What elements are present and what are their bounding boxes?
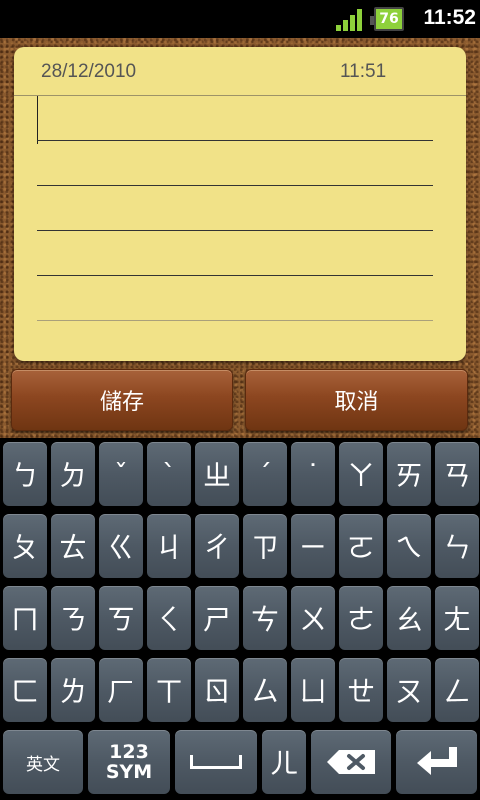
key-er[interactable]: ㄦ <box>262 730 306 794</box>
save-button[interactable]: 儲存 <box>11 369 233 431</box>
key[interactable]: ˇ <box>99 442 143 506</box>
note-card: 28/12/2010 11:51 <box>14 47 466 361</box>
signal-icon <box>336 9 362 31</box>
key[interactable]: ㄘ <box>243 586 287 650</box>
symbols-key-label-bottom: SYM <box>105 761 153 783</box>
key[interactable]: ㄔ <box>195 514 239 578</box>
key[interactable]: ㄏ <box>99 658 143 722</box>
key[interactable]: ㄙ <box>243 658 287 722</box>
key[interactable]: ㄍ <box>99 514 143 578</box>
key[interactable]: ㄟ <box>387 514 431 578</box>
key[interactable]: ㄋ <box>51 586 95 650</box>
text-cursor <box>37 96 38 144</box>
key[interactable]: ˋ <box>147 442 191 506</box>
key[interactable]: ㄠ <box>387 586 431 650</box>
note-rule-line <box>37 230 433 231</box>
key[interactable]: ㄝ <box>339 658 383 722</box>
symbols-key[interactable]: 123 SYM <box>88 730 170 794</box>
key[interactable]: ㄎ <box>99 586 143 650</box>
key[interactable]: ㄜ <box>339 586 383 650</box>
key[interactable]: ㄕ <box>195 586 239 650</box>
key[interactable]: ㄧ <box>291 514 335 578</box>
note-date: 28/12/2010 <box>41 61 137 82</box>
key[interactable]: ˙ <box>291 442 335 506</box>
key[interactable]: ㄒ <box>147 658 191 722</box>
key[interactable]: ㄇ <box>3 586 47 650</box>
key[interactable]: ㄞ <box>387 442 431 506</box>
cancel-button[interactable]: 取消 <box>245 369 468 431</box>
zhuyin-keyboard: ㄅ ㄉ ˇ ˋ ㄓ ˊ ˙ ㄚ ㄞ ㄢ ㄆ ㄊ ㄍ ㄐ ㄔ ㄗ ㄧ ㄛ ㄟ ㄣ … <box>0 438 480 800</box>
key[interactable]: ㄛ <box>339 514 383 578</box>
key[interactable]: ˊ <box>243 442 287 506</box>
enter-icon <box>413 745 461 779</box>
key[interactable]: ㄑ <box>147 586 191 650</box>
note-rule-line <box>37 275 433 276</box>
status-clock: 11:52 <box>423 6 476 29</box>
key[interactable]: ㄊ <box>51 514 95 578</box>
key[interactable]: ㄓ <box>195 442 239 506</box>
note-rule-line <box>37 320 433 321</box>
note-rule-line <box>37 185 433 186</box>
key[interactable]: ㄗ <box>243 514 287 578</box>
space-icon <box>190 755 242 769</box>
battery-icon: 76 <box>370 7 404 31</box>
language-switch-key[interactable]: 英文 <box>3 730 83 794</box>
delete-key[interactable] <box>311 730 391 794</box>
key[interactable]: ㄡ <box>387 658 431 722</box>
symbols-key-label-top: 123 <box>109 741 149 763</box>
enter-key[interactable] <box>396 730 477 794</box>
key[interactable]: ㄢ <box>435 442 479 506</box>
key[interactable]: ㄨ <box>291 586 335 650</box>
note-time: 11:51 <box>340 61 387 82</box>
status-bar: 76 11:52 <box>0 0 480 38</box>
note-text-area[interactable] <box>14 96 466 361</box>
key[interactable]: ㄤ <box>435 586 479 650</box>
key[interactable]: ㄉ <box>51 442 95 506</box>
key[interactable]: ㄚ <box>339 442 383 506</box>
note-rule-line <box>37 140 433 141</box>
key[interactable]: ㄩ <box>291 658 335 722</box>
key[interactable]: ㄆ <box>3 514 47 578</box>
backspace-icon <box>325 748 377 776</box>
battery-level: 76 <box>379 11 399 27</box>
key[interactable]: ㄈ <box>3 658 47 722</box>
key[interactable]: ㄣ <box>435 514 479 578</box>
space-key[interactable] <box>175 730 257 794</box>
key[interactable]: ㄥ <box>435 658 479 722</box>
key[interactable]: ㄐ <box>147 514 191 578</box>
key[interactable]: ㄖ <box>195 658 239 722</box>
key[interactable]: ㄅ <box>3 442 47 506</box>
key[interactable]: ㄌ <box>51 658 95 722</box>
